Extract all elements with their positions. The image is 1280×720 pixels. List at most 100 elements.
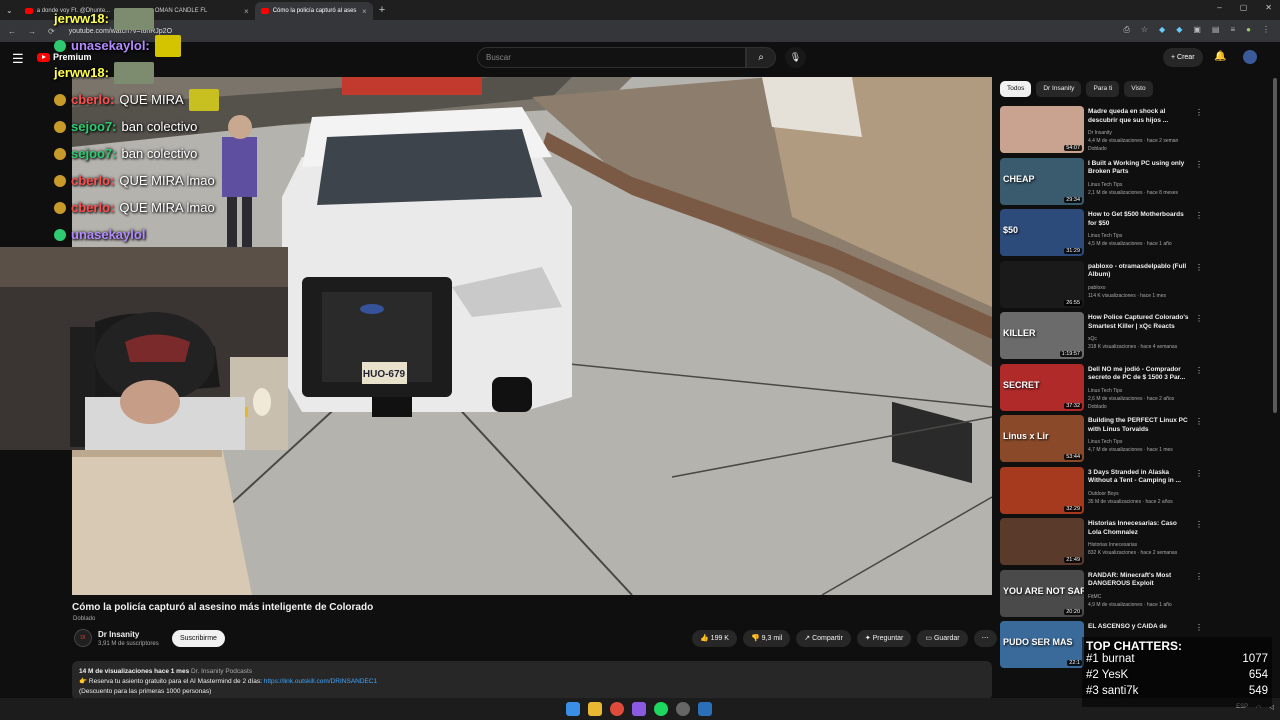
extension-icon[interactable]: ◆ [1159,25,1165,35]
recommendation-title[interactable]: EL ASCENSO y CAIDA de [1088,623,1192,632]
kebab-menu-icon[interactable]: ⋮ [1195,366,1203,375]
recommendation-title[interactable]: Historias Innecesarias: Caso Lola Chomna… [1088,520,1192,537]
description-box[interactable]: 14 M de visualizaciones hace 1 mes Dr. I… [72,661,992,700]
bookmark-star-icon[interactable]: ☆ [1141,25,1148,35]
ask-button[interactable]: ✦ Preguntar [856,630,912,647]
save-button[interactable]: ▭ Guardar [917,630,968,647]
recommendation-title[interactable]: RANDAR: Minecraft's Most DANGEROUS Explo… [1088,572,1192,589]
recommendation-channel[interactable]: Linus Tech Tips [1088,439,1122,445]
puzzle-icon[interactable]: ▣ [1193,25,1201,35]
create-button[interactable]: + Crear [1163,48,1203,67]
maximize-button[interactable]: ▢ [1240,3,1248,12]
kebab-menu-icon[interactable]: ⋮ [1195,520,1203,529]
kebab-menu-icon[interactable]: ⋮ [1195,314,1203,323]
forward-icon[interactable]: → [28,27,36,36]
back-icon[interactable]: ← [8,27,16,36]
chip-all[interactable]: Todos [1000,81,1032,97]
recommendation-channel[interactable]: Dr Insanity [1088,130,1112,136]
video-thumbnail[interactable]: PUDO SER MAS 22:1 [1000,621,1084,668]
like-button[interactable]: 👍 199 K [692,630,737,647]
video-thumbnail[interactable]: KILLER 1:19:57 [1000,312,1084,359]
description-link[interactable]: https://link.outskill.com/DRINSANDEC1 [264,678,377,685]
chrome-icon[interactable] [610,702,624,716]
folder-icon[interactable] [588,702,602,716]
minimize-button[interactable]: – [1217,3,1221,12]
recommendation-item[interactable]: 32:29 3 Days Stranded in Alaska Without a… [1000,466,1205,519]
video-thumbnail[interactable]: 21:49 [1000,518,1084,565]
scrollbar[interactable] [1273,78,1277,413]
spotify-icon[interactable] [654,702,668,716]
subscribe-button[interactable]: Suscribirme [172,630,225,647]
recommendation-title[interactable]: pabloxo - otramasdelpablo (Full Album) [1088,263,1192,280]
recommendation-title[interactable]: Building the PERFECT Linux PC with Linus… [1088,417,1192,434]
kebab-menu-icon[interactable]: ⋮ [1195,160,1203,169]
recommendation-channel[interactable]: Historias Innecesarias [1088,542,1137,548]
search-input[interactable]: Buscar [477,47,746,68]
recommendation-title[interactable]: How Police Captured Colorado's Smartest … [1088,314,1192,331]
kebab-menu-icon[interactable]: ⋮ [1195,211,1203,220]
menu-lines-icon[interactable]: ≡ [1230,25,1235,35]
dislike-button[interactable]: 👎 9,3 mil [742,630,791,647]
app-icon[interactable] [632,702,646,716]
tab-list-icon[interactable]: ⌄ [6,6,13,15]
recommendation-item[interactable]: KILLER 1:19:57 How Police Captured Colorad… [1000,312,1205,364]
recommendation-channel[interactable]: FitMC [1088,594,1101,600]
video-thumbnail[interactable]: YOU ARE NOT SAFE 20:20 [1000,569,1084,617]
channel-name[interactable]: Dr Insanity [98,630,139,639]
chip-watched[interactable]: Visto [1124,81,1153,97]
hamburger-icon[interactable]: ☰ [12,51,24,67]
close-window-button[interactable]: ✕ [1265,3,1272,12]
video-thumbnail[interactable]: Linus x Lir 53:44 [1000,415,1084,462]
share-button[interactable]: ↗ Compartir [796,630,851,647]
chip-channel[interactable]: Dr Insanity [1036,81,1082,97]
search-icon[interactable]: ⌕ [746,47,776,68]
bell-icon[interactable]: 🔔 [1214,51,1226,62]
kebab-menu-icon[interactable]: ⋮ [1195,572,1203,581]
mic-icon[interactable]: 🎙 [785,47,806,68]
more-actions-button[interactable]: ⋯ [973,630,997,647]
recommendation-title[interactable]: 3 Days Stranded in Alaska Without a Tent… [1088,469,1192,486]
recommendation-title[interactable]: How to Get $500 Motherboards for $50 [1088,211,1192,228]
profile-icon[interactable]: ● [1246,25,1251,35]
video-thumbnail[interactable]: 54:07 [1000,106,1084,153]
recommendation-item[interactable]: 26:55 pabloxo - otramasdelpablo (Full Alb… [1000,260,1205,313]
new-tab-button[interactable]: + [379,4,385,16]
recommendation-item[interactable]: YOU ARE NOT SAFE 20:20 RANDAR: Minecraft's… [1000,569,1205,622]
kebab-menu-icon[interactable]: ⋮ [1195,417,1203,426]
chip-for-you[interactable]: Para ti [1086,81,1120,97]
video-thumbnail[interactable]: SECRET 37:32 [1000,363,1084,411]
recommendation-channel[interactable]: Linus Tech Tips [1088,233,1122,239]
install-icon[interactable]: ⎙ [1123,25,1129,35]
recommendation-item[interactable]: 54:07 Madre queda en shock al descubrir q… [1000,106,1205,158]
description-tag[interactable]: Dr. Insanity Podcasts [191,668,252,675]
recommendation-channel[interactable]: xQc [1088,336,1097,342]
settings-icon[interactable] [676,702,690,716]
steam-icon[interactable] [698,702,712,716]
recommendation-item[interactable]: 21:49 Historias Innecesarias: Caso Lola C… [1000,518,1205,570]
recommendation-channel[interactable]: Outdoor Boys [1088,491,1119,497]
windows-icon[interactable] [566,702,580,716]
kebab-menu-icon[interactable]: ⋮ [1195,108,1203,117]
video-thumbnail[interactable]: 32:29 [1000,466,1084,514]
split-view-icon[interactable]: ▤ [1212,25,1220,35]
extension-icon[interactable]: ◆ [1176,25,1182,35]
recommendation-channel[interactable]: Linus Tech Tips [1088,182,1122,188]
kebab-menu-icon[interactable]: ⋮ [1262,25,1270,35]
recommendation-title[interactable]: I Built a Working PC using only Broken P… [1088,160,1192,177]
video-thumbnail[interactable]: CHEAP 29:34 [1000,157,1084,205]
video-thumbnail[interactable]: $50 31:29 [1000,209,1084,256]
avatar[interactable] [1243,50,1257,64]
recommendation-title[interactable]: Dell NO me jodió - Comprador secreto de … [1088,366,1192,383]
recommendation-item[interactable]: Linus x Lir 53:44 Building the PERFECT Lin… [1000,415,1205,467]
kebab-menu-icon[interactable]: ⋮ [1195,469,1203,478]
recommendation-item[interactable]: CHEAP 29:34 I Built a Working PC using onl… [1000,157,1205,210]
video-thumbnail[interactable]: 26:55 [1000,260,1084,308]
recommendation-item[interactable]: SECRET 37:32 Dell NO me jodió - Comprador … [1000,363,1205,416]
kebab-menu-icon[interactable]: ⋮ [1195,623,1203,632]
close-tab-icon[interactable]: × [362,7,367,16]
recommendation-channel[interactable]: Linus Tech Tips [1088,388,1122,394]
recommendation-item[interactable]: $50 31:29 How to Get $500 Motherboards for… [1000,209,1205,261]
recommendation-channel[interactable]: pabloxo [1088,285,1106,291]
channel-avatar[interactable]: DI [74,629,92,647]
kebab-menu-icon[interactable]: ⋮ [1195,263,1203,272]
